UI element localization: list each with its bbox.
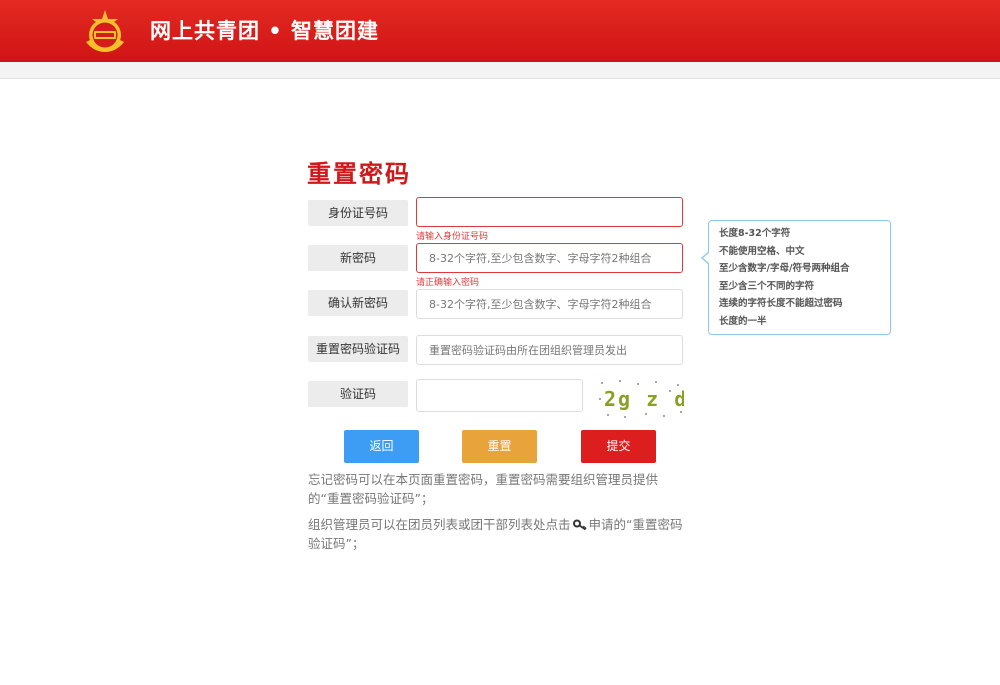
id-number-label: 身份证号码 (308, 200, 408, 226)
site-title: 网上共青团 • 智慧团建 (150, 19, 380, 43)
new-password-error: 请正确输入密码 (416, 278, 480, 288)
key-icon (572, 519, 587, 530)
reset-code-label: 重置密码验证码 (308, 336, 408, 362)
reset-code-input[interactable] (416, 335, 683, 365)
page-title: 重置密码 (307, 160, 411, 188)
captcha-input[interactable] (416, 379, 583, 412)
password-rules-tooltip: 长度8-32个字符 不能使用空格、中文 至少含数字/字母/符号两种组合 至少含三… (701, 220, 891, 335)
back-button[interactable]: 返回 (344, 430, 419, 463)
tooltip-line: 长度的一半 (719, 315, 767, 327)
tooltip-line: 连续的字符长度不能超过密码 (719, 298, 843, 309)
youth-league-emblem-logo (86, 10, 124, 52)
new-password-label: 新密码 (308, 245, 408, 271)
help-note-1-text: 忘记密码可以在本页面重置密码，重置密码需要组织管理员提供的“重置密码验证码”； (308, 472, 659, 506)
confirm-password-input[interactable] (416, 289, 683, 319)
tooltip-line: 长度8-32个字符 (719, 228, 791, 239)
new-password-input[interactable] (416, 243, 683, 273)
top-header: 网上共青团 • 智慧团建 (0, 0, 1000, 62)
confirm-password-label: 确认新密码 (308, 290, 408, 316)
reset-button[interactable]: 重置 (462, 430, 537, 463)
help-note-1: 忘记密码可以在本页面重置密码，重置密码需要组织管理员提供的“重置密码验证码”； (308, 470, 688, 508)
submit-button[interactable]: 提交 (581, 430, 656, 463)
header-subbar (0, 62, 1000, 79)
captcha-image[interactable]: 2g z d. (598, 379, 684, 419)
tooltip-line: 至少含三个不同的字符 (719, 280, 815, 292)
help-note-2-text: 组织管理员可以在团员列表或团干部列表处点击 申请的“重置密码验证码”； (308, 515, 688, 553)
id-number-error: 请输入身份证号码 (416, 232, 489, 242)
id-number-input[interactable] (416, 197, 683, 227)
captcha-label: 验证码 (308, 381, 408, 407)
captcha-text: 2g z d. (604, 387, 684, 411)
tooltip-line: 不能使用空格、中文 (719, 245, 805, 257)
help-note-2-before: 组织管理员可以在团员列表或团干部列表处点击 (308, 517, 571, 532)
help-note-2: 组织管理员可以在团员列表或团干部列表处点击 申请的“重置密码验证码”； (308, 515, 688, 553)
tooltip-line: 至少含数字/字母/符号两种组合 (719, 263, 850, 274)
